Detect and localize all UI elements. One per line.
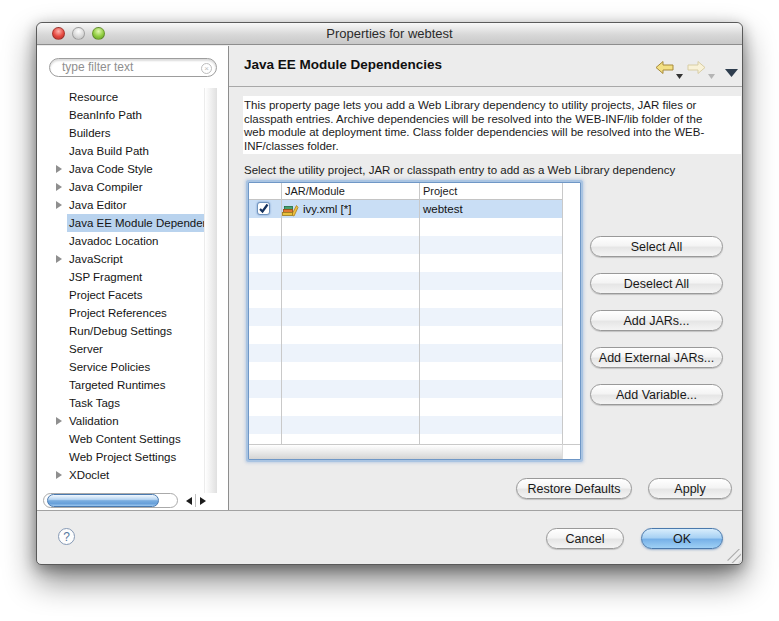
sidebar-item-java-build-path[interactable]: Java Build Path <box>37 142 207 160</box>
sidebar-vertical-scrollbar[interactable] <box>204 88 217 493</box>
expand-arrow-icon[interactable] <box>56 417 62 425</box>
apply-button[interactable]: Apply <box>648 478 732 499</box>
forward-menu-icon[interactable] <box>708 65 715 83</box>
scroll-arrow-divider <box>195 494 196 507</box>
expand-arrow-icon[interactable] <box>56 255 62 263</box>
zoom-button[interactable] <box>92 27 105 40</box>
clear-filter-icon[interactable]: × <box>201 63 212 74</box>
back-button[interactable] <box>656 60 674 78</box>
sidebar-item-javadoc-location[interactable]: Javadoc Location <box>37 232 207 250</box>
back-menu-icon[interactable] <box>676 65 683 83</box>
cancel-button[interactable]: Cancel <box>546 528 624 549</box>
forward-arrow-icon <box>687 61 705 74</box>
deselect-all-button[interactable]: Deselect All <box>590 273 723 294</box>
sidebar-item-web-project-settings[interactable]: Web Project Settings <box>37 448 207 466</box>
table-scrollbar-corner <box>562 444 580 459</box>
sidebar-item-service-policies[interactable]: Service Policies <box>37 358 207 376</box>
sidebar-item-server[interactable]: Server <box>37 340 207 358</box>
close-button[interactable] <box>52 27 65 40</box>
page-title: Java EE Module Dependencies <box>244 57 442 72</box>
sidebar-item-xdoclet[interactable]: XDoclet <box>37 466 207 484</box>
titlebar[interactable]: Properties for webtest <box>37 23 742 45</box>
sidebar-item-java-code-style[interactable]: Java Code Style <box>37 160 207 178</box>
expand-arrow-icon[interactable] <box>56 183 62 191</box>
sidebar-item-java-compiler[interactable]: Java Compiler <box>37 178 207 196</box>
add-variable-button[interactable]: Add Variable... <box>590 384 723 405</box>
table-horizontal-scrollbar[interactable] <box>249 444 562 459</box>
table-header[interactable]: JAR/Module Project <box>249 183 580 200</box>
row-project-name: webtest <box>423 200 463 218</box>
scroll-right-icon[interactable] <box>200 497 206 505</box>
sidebar-item-project-facets[interactable]: Project Facets <box>37 286 207 304</box>
column-separator <box>281 183 282 444</box>
sidebar-item-project-references[interactable]: Project References <box>37 304 207 322</box>
row-checkbox[interactable] <box>257 202 270 215</box>
footer-separator <box>37 510 742 511</box>
add-external-jars-button[interactable]: Add External JARs... <box>590 347 723 368</box>
column-jar-module[interactable]: JAR/Module <box>285 185 345 197</box>
table-row[interactable]: ivy.xml [*] webtest <box>249 200 562 218</box>
scrollbar-thumb[interactable] <box>47 494 159 507</box>
sidebar: type filter text × ResourceBeanInfo Path… <box>37 46 229 510</box>
select-all-button[interactable]: Select All <box>590 236 723 257</box>
forward-button[interactable] <box>687 60 705 78</box>
expand-arrow-icon[interactable] <box>56 471 62 479</box>
sidebar-item-validation[interactable]: Validation <box>37 412 207 430</box>
sidebar-item-beaninfo-path[interactable]: BeanInfo Path <box>37 106 207 124</box>
dependency-table[interactable]: JAR/Module Project ivy.xml [*] webtest <box>248 182 581 460</box>
resize-grip[interactable] <box>727 549 741 563</box>
window-title: Properties for webtest <box>37 23 742 45</box>
description-text: This property page lets you add a Web Li… <box>244 99 722 153</box>
expand-arrow-icon[interactable] <box>56 165 62 173</box>
minimize-button[interactable] <box>72 27 85 40</box>
description-box: This property page lets you add a Web Li… <box>243 96 741 154</box>
table-vertical-scrollbar[interactable] <box>562 183 580 444</box>
back-arrow-icon <box>656 61 674 74</box>
sidebar-item-jsp-fragment[interactable]: JSP Fragment <box>37 268 207 286</box>
add-jars-button[interactable]: Add JARs... <box>590 310 723 331</box>
row-jar-name: ivy.xml [*] <box>303 200 351 218</box>
sidebar-item-builders[interactable]: Builders <box>37 124 207 142</box>
view-menu-icon[interactable] <box>725 63 738 81</box>
sidebar-item-javascript[interactable]: JavaScript <box>37 250 207 268</box>
filter-placeholder: type filter text <box>62 59 133 76</box>
filter-input[interactable]: type filter text × <box>49 58 217 77</box>
sidebar-tree: ResourceBeanInfo PathBuildersJava Build … <box>37 88 207 484</box>
column-separator <box>419 183 420 444</box>
expand-arrow-icon[interactable] <box>56 201 62 209</box>
sidebar-item-java-editor[interactable]: Java Editor <box>37 196 207 214</box>
help-button[interactable]: ? <box>58 528 75 545</box>
sidebar-item-run-debug-settings[interactable]: Run/Debug Settings <box>37 322 207 340</box>
sidebar-item-targeted-runtimes[interactable]: Targeted Runtimes <box>37 376 207 394</box>
sidebar-item-web-content-settings[interactable]: Web Content Settings <box>37 430 207 448</box>
scroll-left-icon[interactable] <box>186 497 192 505</box>
select-entry-label: Select the utility project, JAR or class… <box>244 164 675 176</box>
header-separator <box>229 86 742 87</box>
properties-dialog: Properties for webtest type filter text … <box>36 22 743 565</box>
sidebar-item-task-tags[interactable]: Task Tags <box>37 394 207 412</box>
table-empty-rows <box>249 218 562 444</box>
sidebar-horizontal-scrollbar[interactable] <box>43 493 219 508</box>
ok-button[interactable]: OK <box>641 528 723 549</box>
column-project[interactable]: Project <box>423 185 457 197</box>
sidebar-item-java-ee-module-dependencies[interactable]: Java EE Module Dependencies <box>37 214 207 232</box>
sidebar-item-resource[interactable]: Resource <box>37 88 207 106</box>
restore-defaults-button[interactable]: Restore Defaults <box>516 478 632 499</box>
